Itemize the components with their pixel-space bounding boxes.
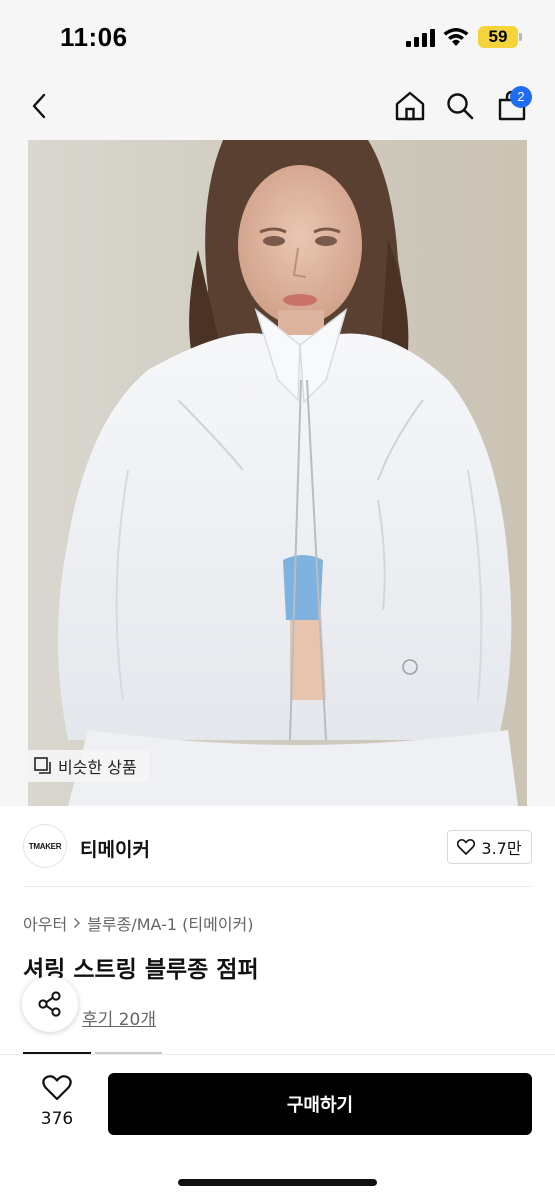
share-button[interactable] xyxy=(22,976,78,1032)
heart-icon xyxy=(42,1075,72,1101)
wishlist-button[interactable]: 376 xyxy=(25,1075,89,1129)
share-icon xyxy=(38,991,61,1017)
status-time: 11:06 xyxy=(60,22,128,52)
chevron-right-icon xyxy=(74,917,81,929)
status-bar: 11:06 59 xyxy=(0,0,555,72)
battery-tip xyxy=(519,33,522,41)
similar-products-button[interactable]: 비슷한 상품 xyxy=(24,750,149,782)
product-image[interactable] xyxy=(28,140,527,806)
similar-products-label: 비슷한 상품 xyxy=(58,758,137,777)
brand-name[interactable]: 티메이커 xyxy=(80,835,150,862)
brand-like-count: 3.7만 xyxy=(481,839,522,858)
home-icon xyxy=(395,91,425,121)
top-navigation xyxy=(0,72,555,140)
breadcrumb-category-2[interactable]: 블루종/MA-1 (티메이커) xyxy=(87,911,253,935)
brand-like-button[interactable]: 3.7만 xyxy=(447,830,532,864)
cellular-signal-icon xyxy=(406,29,435,47)
breadcrumb: 아우터 블루종/MA-1 (티메이커) xyxy=(23,911,254,935)
brand-row: TMAKER 티메이커 3.7만 xyxy=(0,818,555,878)
review-link[interactable]: 후기 20개 xyxy=(82,1005,156,1030)
similar-items-icon xyxy=(34,757,51,774)
wifi-icon xyxy=(443,28,469,46)
product-photo xyxy=(28,140,527,806)
divider xyxy=(23,886,532,887)
heart-icon xyxy=(457,839,476,855)
search-button[interactable] xyxy=(440,86,480,126)
breadcrumb-category-1[interactable]: 아우터 xyxy=(23,911,67,935)
cart-count-badge: 2 xyxy=(510,86,532,108)
wishlist-count: 376 xyxy=(40,1109,74,1129)
battery-indicator: 59 xyxy=(478,26,518,48)
back-icon xyxy=(32,93,46,119)
search-icon xyxy=(447,93,474,120)
home-indicator xyxy=(178,1179,377,1186)
brand-logo[interactable]: TMAKER xyxy=(23,824,67,868)
home-button[interactable] xyxy=(390,86,430,126)
buy-button[interactable]: 구매하기 xyxy=(108,1073,532,1135)
back-button[interactable] xyxy=(20,86,60,126)
